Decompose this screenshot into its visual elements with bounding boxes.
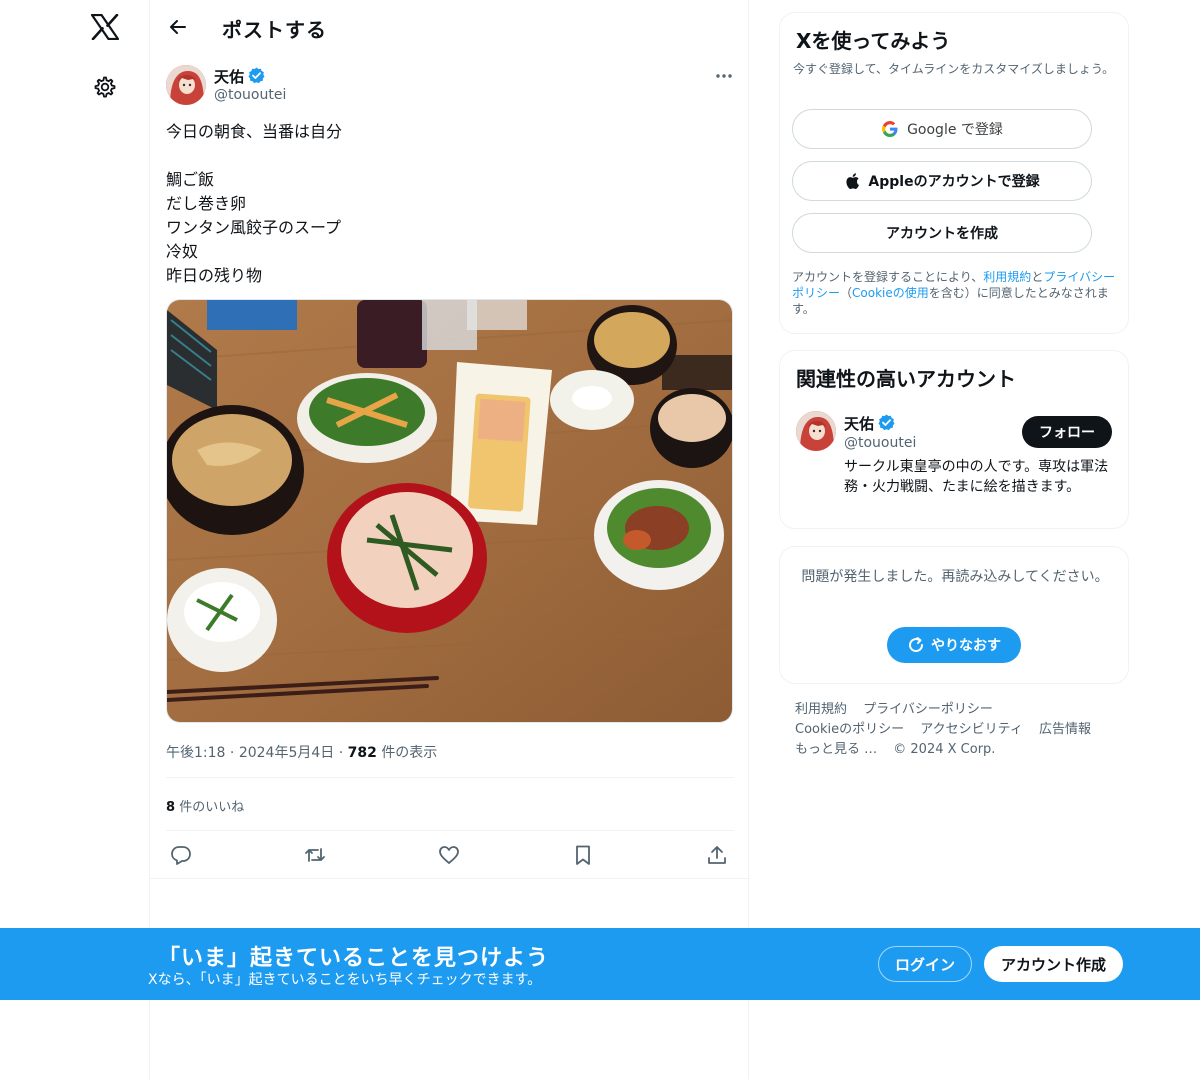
x-logo-icon[interactable] [88,10,122,44]
repost-icon[interactable] [302,842,328,868]
verified-badge-icon [248,67,265,84]
retry-label: やりなおす [931,638,1001,654]
verified-badge-icon [878,414,895,431]
refresh-icon [907,636,925,654]
page-title: ポストする [222,18,327,42]
tweet-line [166,144,726,168]
apple-signup-label: Appleのアカウントで登録 [868,174,1040,190]
share-icon[interactable] [704,842,730,868]
terms-text-part: アカウントを登録することにより、 [792,270,984,284]
tweet-line: 昨日の残り物 [166,266,263,285]
login-button[interactable]: ログイン [878,946,972,982]
terms-link[interactable]: 利用規約 [983,270,1031,284]
tweet-actions [166,840,734,870]
retry-button[interactable]: やりなおす [887,627,1021,663]
arrow-left-icon[interactable] [164,13,192,41]
tweet-line: 今日の朝食、当番は自分 [166,122,343,141]
error-message: 問題が発生しました。再読み込みしてください。 [801,569,1109,585]
tweet-line: 鯛ご飯 [166,170,215,189]
divider [166,777,734,778]
tweet-meta: 午後1:18 · 2024年5月4日 · 782 件の表示 [166,742,437,762]
author-name[interactable]: 天佑 [214,66,244,87]
tweet-time[interactable]: 午後1:18 [166,745,225,761]
related-account-name[interactable]: 天佑 [844,413,874,434]
related-accounts-card: 関連性の高いアカウント 天佑 @tououtei フォロー サークル東皇亭の中の… [779,350,1129,529]
tweet-text: 今日の朝食、当番は自分 鯛ご飯 だし巻き卵 ワンタン風餃子のスープ 冷奴 昨日の… [166,120,726,288]
banner-subtitle: Xなら、「いま」起きていることをいち早くチェックできます。 [148,972,542,988]
follow-button[interactable]: フォロー [1022,416,1112,448]
divider [166,830,734,831]
google-signup-label: Google で登録 [907,122,1003,138]
bookmark-icon[interactable] [570,842,596,868]
related-account-handle[interactable]: @tououtei [844,435,916,451]
google-signup-button[interactable]: Google で登録 [792,109,1092,149]
footer-link-ads[interactable]: 広告情報 [1039,722,1091,737]
tweet-line: ワンタン風餃子のスープ [166,218,342,237]
like-count-link[interactable]: 8 件のいいね [166,796,244,815]
create-account-button[interactable]: アカウントを作成 [792,213,1092,253]
reply-icon[interactable] [168,842,194,868]
tweet-author: 天佑 @tououtei [166,64,736,108]
meta-separator: · [229,745,239,761]
signup-subtitle: 今すぐ登録して、タイムラインをカスタマイズしましょう。 [793,62,1115,76]
footer-link-terms[interactable]: 利用規約 [795,702,847,717]
footer-copyright: © 2024 X Corp. [893,742,996,757]
cookie-link[interactable]: Cookieの使用 [852,286,929,300]
main-column: ポストする 天佑 @tououtei 今日の朝食、当番は自分 鯛ご飯 だし巻き卵… [149,0,750,1079]
left-nav [0,0,149,1079]
footer-link-privacy[interactable]: プライバシーポリシー [863,702,993,717]
divider [150,878,750,879]
register-button[interactable]: アカウント作成 [984,946,1123,982]
meta-separator: · [338,745,348,761]
tweet-line: 冷奴 [166,242,199,261]
login-banner: 「いま」起きていることを見つけよう Xなら、「いま」起きていることをいち早くチェ… [0,928,1200,1000]
author-handle[interactable]: @tououtei [214,87,286,103]
signup-title: Xを使ってみよう [796,29,951,53]
signup-card: Xを使ってみよう 今すぐ登録して、タイムラインをカスタマイズしましょう。 Goo… [779,12,1129,334]
google-icon [881,120,899,138]
avatar[interactable] [796,411,836,451]
banner-title: 「いま」起きていることを見つけよう [158,946,550,971]
gear-icon[interactable] [90,72,120,102]
footer-links: 利用規約 プライバシーポリシー Cookieのポリシー アクセシビリティ 広告情… [795,700,1125,760]
footer-link-accessibility[interactable]: アクセシビリティ [920,722,1023,737]
apple-icon [844,172,860,190]
related-title: 関連性の高いアカウント [796,367,1016,391]
terms-text: アカウントを登録することにより、利用規約とプライバシーポリシー（Cookieの使… [792,269,1122,317]
view-count: 782 [347,745,377,761]
heart-icon[interactable] [436,842,462,868]
tweet-photo[interactable] [166,299,733,723]
more-options-icon[interactable] [712,66,736,86]
like-count: 8 [166,800,176,815]
like-label: 件のいいね [179,800,245,815]
view-label: 件の表示 [381,745,438,761]
footer-link-more[interactable]: もっと見る … [795,742,877,757]
terms-text-part: （ [840,286,853,300]
avatar[interactable] [166,65,206,105]
terms-text-part: と [1031,270,1044,284]
error-card: 問題が発生しました。再読み込みしてください。 やりなおす [779,546,1129,684]
create-account-label: アカウントを作成 [886,226,998,242]
tweet-date[interactable]: 2024年5月4日 [239,745,334,761]
related-account-bio: サークル東皇亭の中の人です。専攻は軍法務・火力戦闘、たまに絵を描きます。 [844,459,1109,495]
tweet-line: だし巻き卵 [166,194,247,213]
footer-link-cookie[interactable]: Cookieのポリシー [795,722,904,737]
apple-signup-button[interactable]: Appleのアカウントで登録 [792,161,1092,201]
